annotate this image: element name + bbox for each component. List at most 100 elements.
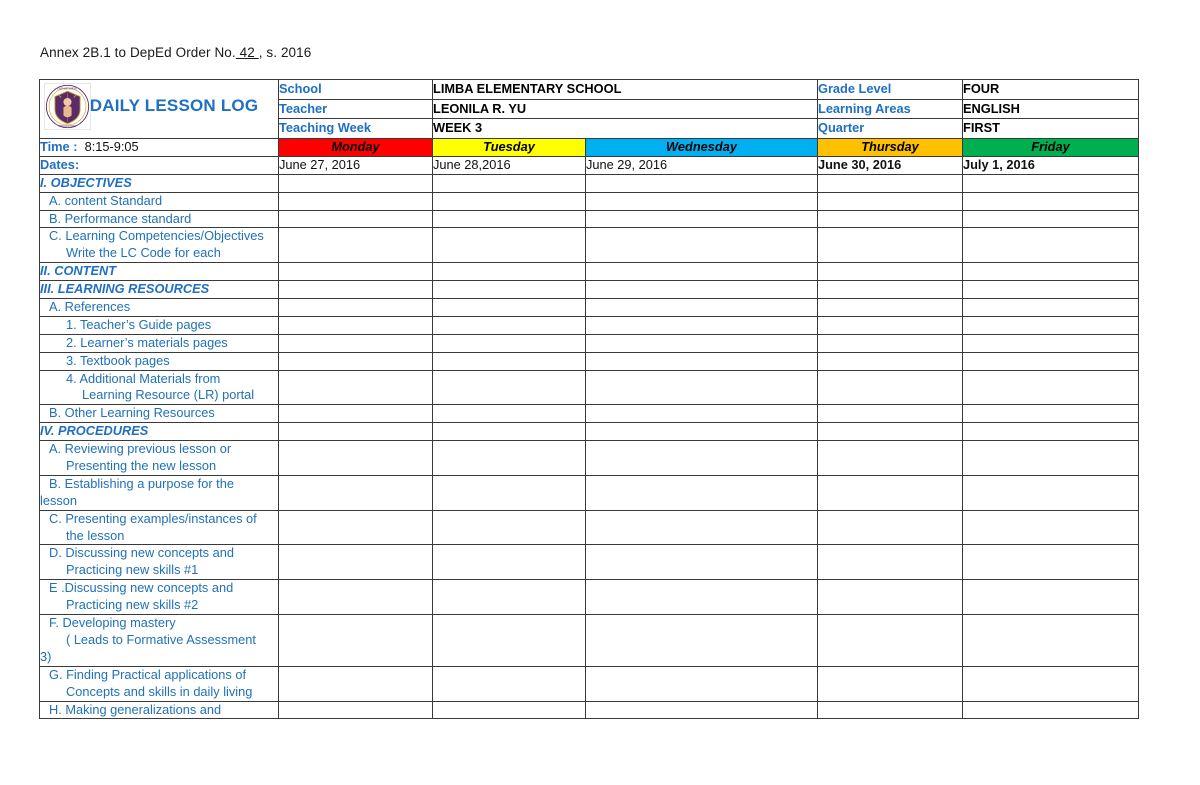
entry-cell[interactable] — [278, 404, 433, 424]
entry-cell[interactable] — [962, 509, 1139, 546]
entry-cell[interactable] — [962, 173, 1139, 193]
entry-cell[interactable] — [817, 579, 963, 616]
entry-cell[interactable] — [278, 315, 433, 335]
entry-cell[interactable] — [432, 351, 586, 371]
entry-cell[interactable] — [817, 474, 963, 511]
entry-cell[interactable] — [817, 509, 963, 546]
entry-cell[interactable] — [962, 369, 1139, 406]
entry-cell[interactable] — [585, 404, 818, 424]
entry-cell[interactable] — [817, 351, 963, 371]
entry-cell[interactable] — [278, 173, 433, 193]
entry-cell[interactable] — [817, 280, 963, 300]
entry-cell[interactable] — [585, 579, 818, 616]
entry-cell[interactable] — [432, 262, 586, 282]
entry-cell[interactable] — [432, 227, 586, 264]
entry-cell[interactable] — [585, 614, 818, 667]
date-value-thursday[interactable]: June 30, 2016 — [817, 155, 963, 175]
entry-cell[interactable] — [817, 209, 963, 229]
entry-cell[interactable] — [432, 544, 586, 581]
entry-cell[interactable] — [962, 298, 1139, 317]
entry-cell[interactable] — [962, 544, 1139, 581]
entry-cell[interactable] — [585, 440, 818, 476]
entry-cell[interactable] — [585, 227, 818, 264]
entry-cell[interactable] — [585, 422, 818, 442]
entry-cell[interactable] — [817, 665, 963, 702]
entry-cell[interactable] — [817, 700, 963, 720]
entry-cell[interactable] — [817, 191, 963, 211]
entry-cell[interactable] — [278, 333, 433, 353]
entry-cell[interactable] — [817, 544, 963, 581]
entry-cell[interactable] — [278, 227, 433, 264]
entry-cell[interactable] — [962, 351, 1139, 371]
entry-cell[interactable] — [585, 509, 818, 546]
entry-cell[interactable] — [962, 700, 1139, 720]
entry-cell[interactable] — [585, 173, 818, 193]
entry-cell[interactable] — [278, 509, 433, 546]
entry-cell[interactable] — [278, 700, 433, 720]
entry-cell[interactable] — [585, 315, 818, 335]
entry-cell[interactable] — [585, 351, 818, 371]
entry-cell[interactable] — [432, 209, 586, 229]
entry-cell[interactable] — [432, 614, 586, 667]
date-value-friday[interactable]: July 1, 2016 — [962, 155, 1139, 175]
entry-cell[interactable] — [585, 280, 818, 300]
entry-cell[interactable] — [432, 474, 586, 511]
entry-cell[interactable] — [432, 579, 586, 616]
entry-cell[interactable] — [817, 227, 963, 264]
entry-cell[interactable] — [278, 351, 433, 371]
entry-cell[interactable] — [817, 404, 963, 424]
entry-cell[interactable] — [817, 315, 963, 335]
entry-cell[interactable] — [278, 298, 433, 317]
entry-cell[interactable] — [585, 209, 818, 229]
entry-cell[interactable] — [432, 369, 586, 406]
entry-cell[interactable] — [962, 440, 1139, 476]
entry-cell[interactable] — [585, 191, 818, 211]
entry-cell[interactable] — [962, 262, 1139, 282]
entry-cell[interactable] — [432, 404, 586, 424]
entry-cell[interactable] — [278, 440, 433, 476]
entry-cell[interactable] — [962, 191, 1139, 211]
entry-cell[interactable] — [278, 544, 433, 581]
entry-cell[interactable] — [432, 333, 586, 353]
entry-cell[interactable] — [278, 280, 433, 300]
entry-cell[interactable] — [585, 333, 818, 353]
entry-cell[interactable] — [432, 315, 586, 335]
entry-cell[interactable] — [962, 404, 1139, 424]
entry-cell[interactable] — [817, 262, 963, 282]
entry-cell[interactable] — [278, 422, 433, 442]
entry-cell[interactable] — [962, 579, 1139, 616]
entry-cell[interactable] — [585, 665, 818, 702]
entry-cell[interactable] — [278, 369, 433, 406]
entry-cell[interactable] — [585, 544, 818, 581]
entry-cell[interactable] — [585, 700, 818, 720]
entry-cell[interactable] — [817, 614, 963, 667]
entry-cell[interactable] — [962, 614, 1139, 667]
entry-cell[interactable] — [962, 474, 1139, 511]
entry-cell[interactable] — [432, 700, 586, 720]
entry-cell[interactable] — [962, 333, 1139, 353]
entry-cell[interactable] — [432, 422, 586, 442]
entry-cell[interactable] — [962, 227, 1139, 264]
entry-cell[interactable] — [278, 191, 433, 211]
entry-cell[interactable] — [962, 209, 1139, 229]
entry-cell[interactable] — [278, 579, 433, 616]
entry-cell[interactable] — [278, 614, 433, 667]
entry-cell[interactable] — [817, 173, 963, 193]
entry-cell[interactable] — [278, 262, 433, 282]
entry-cell[interactable] — [278, 209, 433, 229]
entry-cell[interactable] — [432, 440, 586, 476]
entry-cell[interactable] — [432, 509, 586, 546]
entry-cell[interactable] — [585, 298, 818, 317]
entry-cell[interactable] — [432, 280, 586, 300]
date-value-monday[interactable]: June 27, 2016 — [278, 155, 433, 175]
entry-cell[interactable] — [817, 440, 963, 476]
entry-cell[interactable] — [585, 369, 818, 406]
entry-cell[interactable] — [817, 333, 963, 353]
entry-cell[interactable] — [962, 315, 1139, 335]
entry-cell[interactable] — [585, 474, 818, 511]
entry-cell[interactable] — [962, 280, 1139, 300]
entry-cell[interactable] — [432, 665, 586, 702]
date-value-tuesday[interactable]: June 28,2016 — [432, 155, 586, 175]
date-value-wednesday[interactable]: June 29, 2016 — [585, 155, 818, 175]
entry-cell[interactable] — [962, 665, 1139, 702]
